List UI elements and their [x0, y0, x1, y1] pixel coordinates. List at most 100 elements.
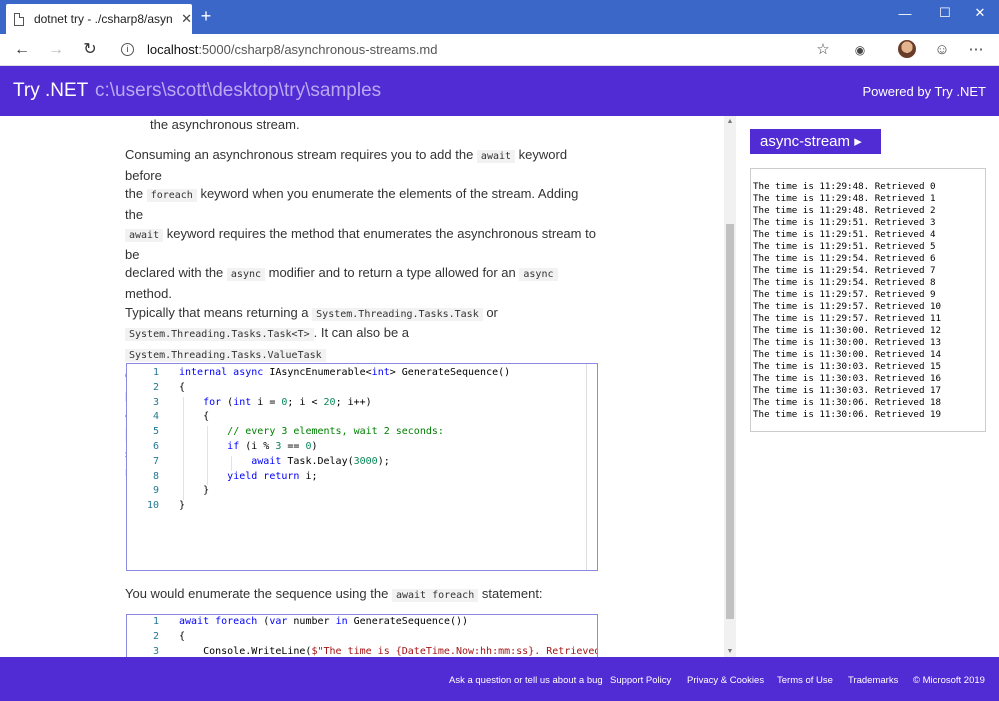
code-text: { [179, 382, 185, 393]
code-token: i; [299, 470, 318, 482]
scroll-down-arrow-icon[interactable]: ▼ [724, 648, 736, 655]
prose-line: Consuming an asynchronous stream require… [125, 146, 600, 185]
forward-arrow-icon[interactable]: → [46, 40, 66, 60]
code-editor-generate-sequence[interactable]: 1 internal async IAsyncEnumerable<int> Ge… [126, 363, 598, 571]
code-line[interactable]: 1 await foreach (var number in GenerateSe… [127, 616, 587, 631]
code-line[interactable]: 5 // every 3 elements, wait 2 seconds: [127, 426, 587, 441]
back-arrow-icon[interactable]: ← [12, 40, 32, 60]
code-line[interactable]: 9 } [127, 485, 587, 500]
code-line[interactable]: 3 Console.WriteLine($"The time is {DateT… [127, 645, 597, 657]
output-line: The time is 11:29:51. Retrieved 4 [753, 229, 936, 240]
prose-line: Typically that means returning a System.… [125, 304, 600, 325]
url-field[interactable]: localhost:5000/csharp8/asynchronous-stre… [147, 42, 438, 57]
site-brand[interactable]: Try .NET [13, 80, 88, 102]
footer-link-trademarks[interactable]: Trademarks [848, 675, 898, 686]
output-line: The time is 11:29:54. Retrieved 8 [753, 277, 936, 288]
code-token: int [233, 396, 252, 408]
code-token: GenerateSequence()) [347, 616, 469, 627]
site-info-icon[interactable]: i [121, 43, 134, 56]
output-line: The time is 11:30:00. Retrieved 14 [753, 349, 942, 360]
code-token: internal async [179, 367, 270, 378]
output-line: The time is 11:29:48. Retrieved 0 [753, 181, 936, 192]
maximize-button[interactable]: ☐ [925, 0, 965, 26]
page-scrollbar[interactable]: ▲ ▼ [724, 116, 736, 657]
code-token: IAsyncEnumerable< [269, 367, 372, 378]
prose-text: or [482, 304, 498, 320]
line-number: 6 [152, 441, 159, 452]
inline-code: async [226, 268, 266, 282]
tab-title: dotnet try - ./csharp8/asynchronous-stre… [33, 12, 174, 26]
line-number: 9 [152, 485, 159, 497]
code-token: { [179, 630, 186, 642]
code-token: for [203, 396, 222, 408]
prose-text: keyword requires the method that enumera… [125, 225, 596, 262]
code-token: yield return [227, 470, 300, 482]
code-text: } [179, 500, 185, 511]
powered-by-link[interactable]: Powered by Try .NET [862, 84, 986, 99]
output-line: The time is 11:29:57. Retrieved 10 [753, 301, 942, 312]
inline-code: await [125, 228, 164, 242]
scroll-up-arrow-icon[interactable]: ▲ [724, 118, 736, 125]
code-line[interactable]: 3 for (int i = 0; i < 20; i++) [127, 397, 587, 412]
footer-link-privacy[interactable]: Privacy & Cookies [687, 675, 764, 686]
code-text: internal async IAsyncEnumerable<int> Gen… [179, 367, 510, 378]
code-line[interactable]: 6 if (i % 3 == 0) [127, 441, 587, 456]
code-token: ) [311, 441, 318, 452]
code-token: == [281, 441, 306, 452]
footer-link-terms[interactable]: Terms of Use [777, 675, 833, 686]
browser-tab[interactable]: dotnet try - ./csharp8/asynchronous-stre… [6, 4, 192, 34]
extension-icon[interactable]: ◉ [851, 41, 869, 59]
refresh-icon[interactable]: ↻ [80, 40, 100, 60]
code-editor-await-foreach[interactable]: 1 await foreach (var number in GenerateSe… [126, 614, 598, 657]
footer-link-feedback[interactable]: Ask a question or tell us about a bug [449, 675, 603, 686]
indent-guide [207, 426, 208, 486]
code-token: i = [251, 396, 282, 408]
prose-text: Typically that means returning a [125, 304, 313, 320]
inline-code: System.Threading.Tasks.ValueTask [125, 349, 326, 363]
prose-line: await keyword requires the method that e… [125, 225, 600, 264]
code-line[interactable]: 7 await Task.Delay(3000); [127, 456, 587, 471]
code-text: for (int i = 0; i < 20; i++) [179, 397, 372, 408]
code-line[interactable]: 1 internal async IAsyncEnumerable<int> Ge… [127, 367, 587, 382]
prose-text: method. [125, 285, 172, 301]
prose-text: declared with the [125, 265, 227, 281]
favorite-star-icon[interactable]: ☆ [814, 41, 832, 59]
code-token: ; i++) [335, 396, 372, 408]
output-line: The time is 11:30:03. Retrieved 15 [753, 361, 942, 372]
run-async-stream-button[interactable]: async-stream ▸ [750, 129, 881, 154]
scroll-thumb[interactable] [726, 224, 734, 619]
output-line: The time is 11:29:57. Retrieved 11 [753, 313, 942, 324]
more-menu-icon[interactable]: ⋯ [967, 41, 985, 59]
window-close-button[interactable]: ✕ [960, 0, 999, 26]
new-tab-button[interactable]: + [196, 6, 216, 27]
paragraph-await-foreach: You would enumerate the sequence using t… [125, 585, 600, 606]
output-line: The time is 11:30:00. Retrieved 12 [753, 325, 942, 336]
code-token: Console.WriteLine( [179, 645, 312, 657]
code-line[interactable]: 4 { [127, 411, 587, 426]
code-line[interactable]: 2{ [127, 631, 587, 646]
line-number: 1 [152, 367, 159, 378]
line-number: 3 [152, 396, 159, 408]
prose-line: You would enumerate the sequence using t… [125, 585, 600, 606]
code-token: Task.Delay( [281, 455, 354, 467]
output-line: The time is 11:29:48. Retrieved 2 [753, 205, 936, 216]
footer-link-support[interactable]: Support Policy [610, 675, 671, 686]
output-line: The time is 11:30:06. Retrieved 18 [753, 397, 942, 408]
minimize-button[interactable]: — [885, 0, 925, 26]
prose-text: Consuming an asynchronous stream require… [125, 147, 477, 162]
footer-copyright: © Microsoft 2019 [913, 675, 985, 686]
code-line[interactable]: 2{ [127, 382, 587, 397]
line-number: 5 [152, 426, 159, 438]
browser-titlebar: dotnet try - ./csharp8/asynchronous-stre… [0, 0, 999, 34]
prose-line: the foreach keyword when you enumerate t… [125, 185, 600, 224]
profile-avatar[interactable] [898, 40, 916, 58]
code-token: ; i < [287, 396, 324, 408]
feedback-smiley-icon[interactable]: ☺ [933, 41, 951, 59]
code-line[interactable]: 10} [127, 500, 587, 515]
code-line[interactable]: 8 yield return i; [127, 471, 587, 486]
main-content: the asynchronous stream. Consuming an as… [0, 116, 724, 657]
tab-close-icon[interactable]: ✕ [181, 11, 192, 27]
